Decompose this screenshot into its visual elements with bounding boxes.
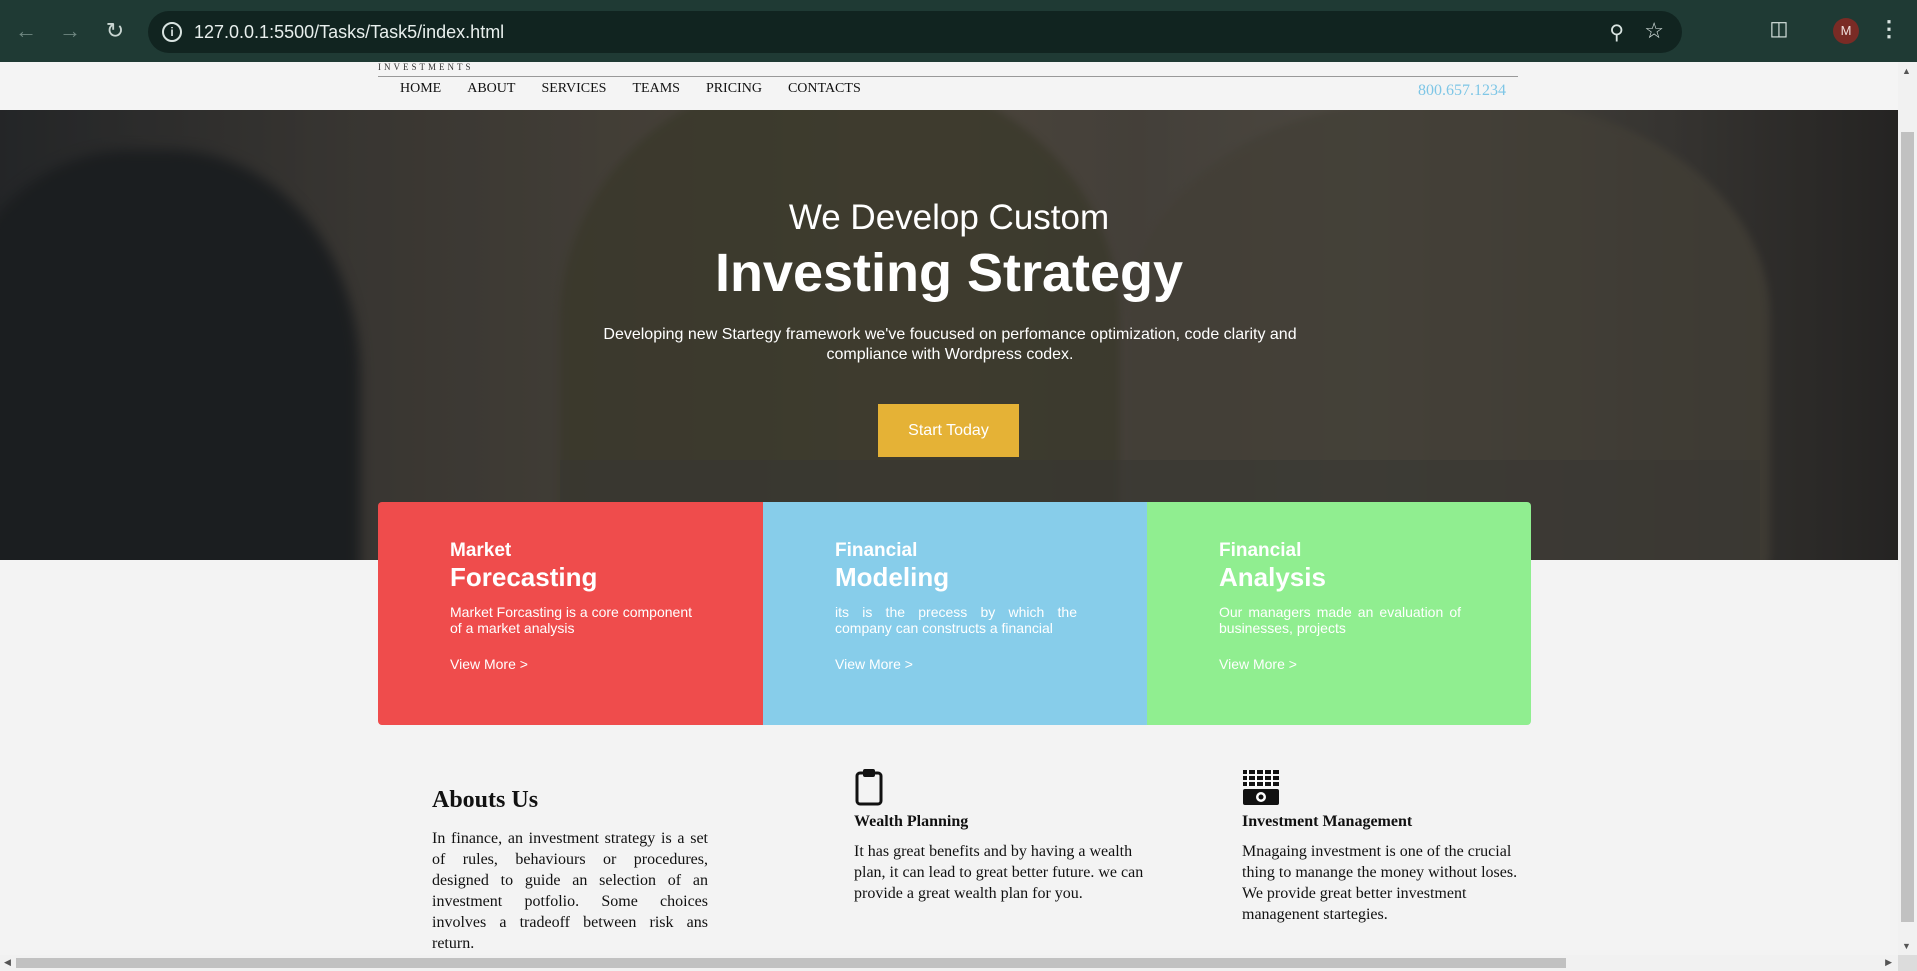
vertical-scroll-thumb[interactable] — [1901, 132, 1914, 922]
card-description: its is the precess by which the company … — [835, 604, 1077, 636]
about-title: Abouts Us — [432, 787, 539, 813]
about-text: In finance, an investment strategy is a … — [432, 830, 708, 952]
feature-title: Wealth Planning — [854, 813, 969, 830]
info-icon[interactable]: i — [162, 22, 182, 42]
scrollbar-corner — [1898, 955, 1917, 971]
star-icon[interactable]: ☆ — [1644, 18, 1664, 44]
feature-text: Mnagaing investment is one of the crucia… — [1242, 843, 1518, 923]
address-bar[interactable]: i 127.0.0.1:5500/Tasks/Task5/index.html … — [148, 11, 1682, 53]
hero-title: Investing Strategy — [714, 243, 1184, 303]
feature-title: Investment Management — [1242, 813, 1413, 830]
card-market-forecasting: Market Forecasting Market Forcasting is … — [378, 502, 763, 725]
nav-pricing[interactable]: PRICING — [706, 81, 762, 97]
header-divider — [378, 76, 1518, 77]
card-financial-analysis: Financial Analysis Our managers made an … — [1147, 502, 1531, 725]
back-icon[interactable]: ← — [10, 15, 42, 47]
avatar[interactable]: M — [1833, 18, 1859, 44]
logo-tagline: INVESTMENTS — [378, 62, 474, 72]
card-main-label: Forecasting — [450, 562, 598, 592]
nav-services[interactable]: SERVICES — [541, 81, 606, 97]
scroll-right-arrow-icon[interactable]: ▶ — [1885, 957, 1892, 968]
card-description: Market Forcasting is a core component of… — [450, 604, 692, 636]
card-top-label: Financial — [835, 540, 918, 561]
browser-toolbar: ← → ↻ i 127.0.0.1:5500/Tasks/Task5/index… — [0, 0, 1917, 62]
nav-about[interactable]: ABOUT — [467, 81, 515, 97]
hero-banner: We Develop Custom Investing Strategy Dev… — [0, 110, 1898, 560]
reload-icon[interactable]: ↻ — [99, 15, 131, 47]
vertical-scrollbar[interactable]: ▲ ▼ — [1898, 62, 1917, 955]
money-stack-icon — [1243, 770, 1279, 805]
hero-subtitle: We Develop Custom — [788, 198, 1110, 237]
card-description: Our managers made an evaluation of busin… — [1219, 604, 1461, 636]
scroll-up-arrow-icon[interactable]: ▲ — [1902, 66, 1911, 76]
feature-investment-management: Investment Management Mnagaing investmen… — [1242, 768, 1532, 925]
view-more-link[interactable]: View More > — [835, 656, 913, 672]
nav-teams[interactable]: TEAMS — [632, 81, 679, 97]
horizontal-scrollbar[interactable]: ◀ ▶ — [0, 955, 1898, 971]
zoom-icon[interactable]: ⚲ — [1609, 20, 1624, 45]
extensions-icon[interactable]: ◫ — [1764, 16, 1794, 46]
nav-contacts[interactable]: CONTACTS — [788, 81, 861, 97]
menu-icon[interactable]: ⋮ — [1878, 16, 1900, 42]
view-more-link[interactable]: View More > — [1219, 656, 1297, 672]
view-more-link[interactable]: View More > — [450, 656, 528, 672]
feature-wealth-planning: Wealth Planning It has great benefits an… — [854, 768, 1144, 904]
scroll-down-arrow-icon[interactable]: ▼ — [1902, 941, 1911, 951]
card-top-label: Financial — [1219, 540, 1302, 561]
card-top-label: Market — [450, 540, 512, 561]
main-nav: HOME ABOUT SERVICES TEAMS PRICING CONTAC… — [400, 81, 861, 97]
card-financial-modeling: Financial Modeling its is the precess by… — [763, 502, 1147, 725]
horizontal-scroll-thumb[interactable] — [16, 958, 1566, 968]
service-cards: Market Forecasting Market Forcasting is … — [378, 502, 1531, 725]
feature-text: It has great benefits and by having a we… — [854, 843, 1144, 902]
nav-home[interactable]: HOME — [400, 81, 441, 97]
url-text[interactable]: 127.0.0.1:5500/Tasks/Task5/index.html — [194, 22, 504, 43]
phone-number[interactable]: 800.657.1234 — [1418, 82, 1506, 100]
card-main-label: Analysis — [1219, 562, 1326, 592]
clipboard-icon — [855, 769, 883, 806]
hero-description: Developing new Startegy framework we've … — [603, 326, 1297, 363]
scroll-left-arrow-icon[interactable]: ◀ — [4, 957, 11, 968]
card-main-label: Modeling — [835, 562, 950, 592]
forward-icon[interactable]: → — [54, 15, 86, 47]
site-header: INVESTMENTS HOME ABOUT SERVICES TEAMS PR… — [0, 62, 1898, 110]
start-today-button[interactable]: Start Today — [878, 404, 1019, 457]
